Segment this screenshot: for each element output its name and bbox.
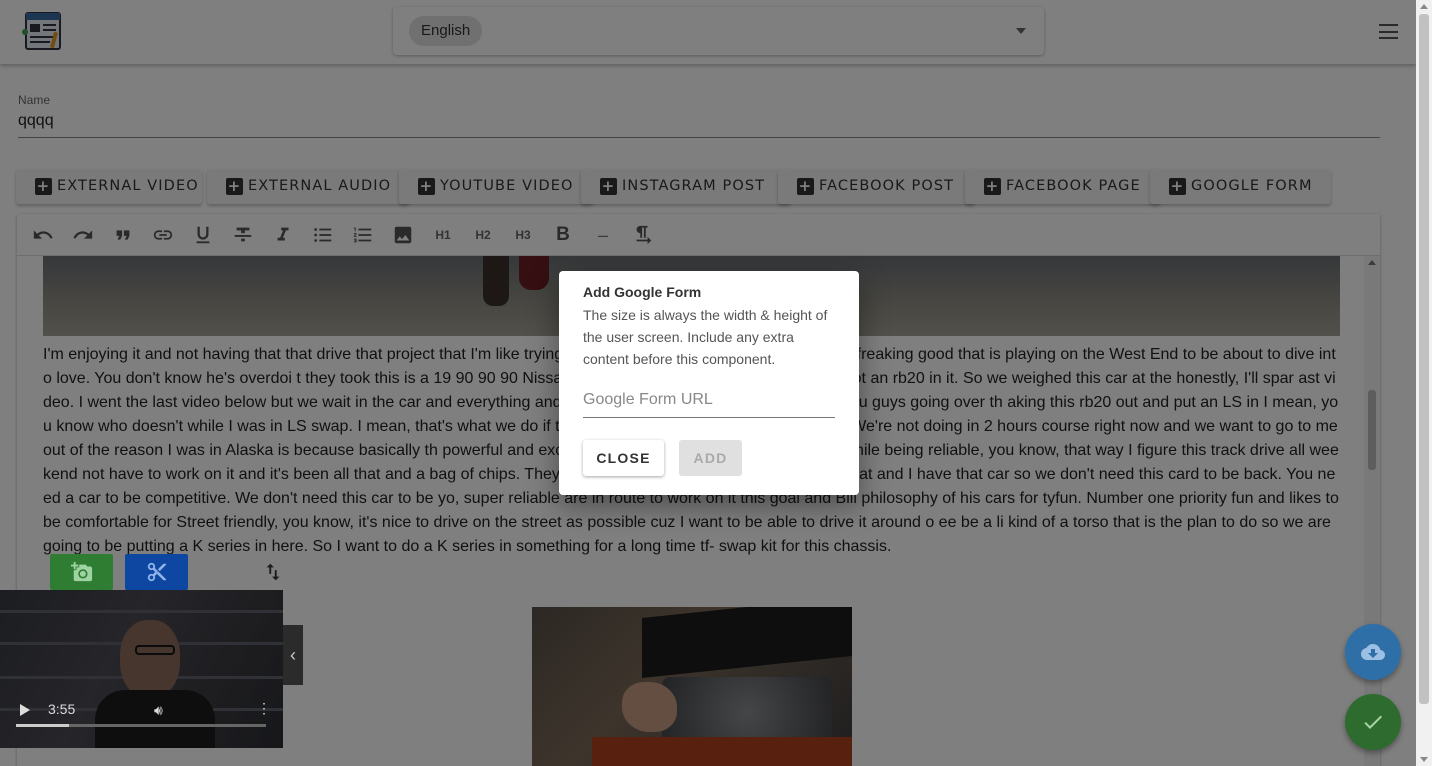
camera-plus-icon: [71, 561, 93, 582]
add-google-form-dialog: Add Google Form The size is always the w…: [559, 271, 859, 495]
add-button[interactable]: ADD: [679, 440, 742, 476]
video-player[interactable]: 3:55 🔊︎ ⋮: [0, 590, 283, 748]
dialog-title: Add Google Form: [583, 284, 702, 300]
swap-position-button[interactable]: [241, 554, 304, 590]
video-progress-bar[interactable]: [16, 724, 266, 727]
capture-frame-button[interactable]: [50, 554, 113, 590]
scroll-up-arrow-icon[interactable]: [1420, 4, 1428, 9]
scissors-icon: [147, 562, 167, 582]
collapse-player-icon[interactable]: ‹: [283, 625, 303, 685]
swap-vertical-icon: [266, 563, 280, 581]
video-controls: 3:55 🔊︎ ⋮: [0, 688, 283, 748]
google-form-url-input[interactable]: Google Form URL: [583, 388, 835, 418]
cut-clip-button[interactable]: [125, 554, 188, 590]
page-scrollbar[interactable]: [1416, 0, 1432, 766]
page-scroll-thumb[interactable]: [1419, 14, 1429, 704]
check-icon: [1364, 715, 1382, 729]
volume-icon[interactable]: 🔊︎: [154, 702, 163, 719]
scroll-down-arrow-icon[interactable]: [1420, 757, 1428, 762]
play-icon[interactable]: [20, 704, 30, 716]
dialog-description: The size is always the width & height of…: [583, 307, 828, 367]
close-button[interactable]: CLOSE: [583, 440, 664, 476]
cloud-download-icon: [1361, 644, 1385, 660]
video-time: 3:55: [48, 701, 76, 717]
download-button[interactable]: [1345, 624, 1401, 680]
confirm-button[interactable]: [1345, 694, 1401, 750]
more-options-icon[interactable]: ⋮: [257, 700, 271, 717]
